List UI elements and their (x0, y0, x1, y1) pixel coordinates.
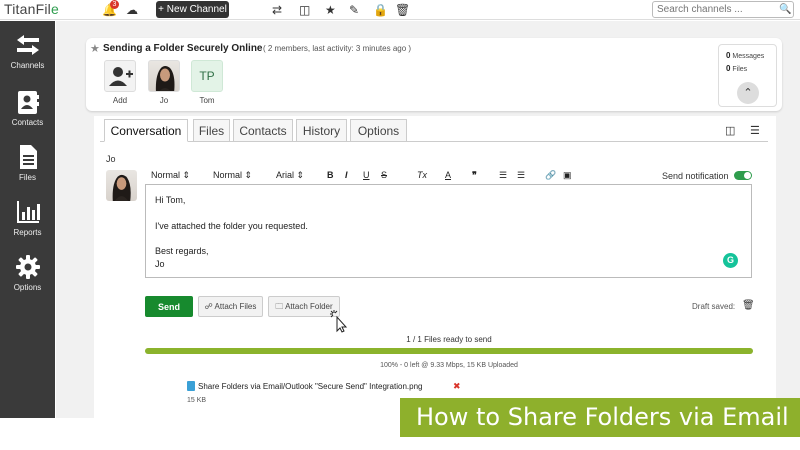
sidebar-item-label: Contacts (11, 118, 44, 127)
message-line: Best regards, (155, 246, 209, 256)
message-editor[interactable] (145, 184, 752, 278)
tab-files[interactable]: Files (193, 119, 230, 142)
sidebar-item-label: Files (19, 173, 36, 182)
tab-history[interactable]: History (296, 119, 347, 142)
title-banner: How to Share Folders via Email (400, 398, 800, 437)
upload-progress-bar (145, 348, 753, 354)
sidebar-item-contacts[interactable]: Contacts (0, 82, 55, 137)
avatar-tom[interactable]: TP (191, 60, 223, 92)
transfer-icon[interactable]: ⇄ (272, 3, 282, 17)
font-select[interactable]: Arial ⇕ (276, 170, 304, 181)
text-color-button[interactable]: A (445, 170, 451, 180)
select-arrows-icon: ⇕ (182, 170, 191, 180)
lock-icon[interactable]: 🔒 (373, 3, 388, 17)
send-button[interactable]: Send (145, 296, 193, 317)
sidebar-item-label: Options (13, 283, 42, 292)
notification-badge: 3 (110, 0, 119, 9)
gear-icon (15, 255, 40, 279)
sidebar-item-label: Reports (13, 228, 42, 237)
draft-status: Draft saved: (692, 302, 736, 311)
member-label: Jo (159, 96, 169, 105)
image-file-icon (187, 381, 195, 391)
files-ready-text: 1 / 1 Files ready to send (406, 335, 492, 344)
attached-file-name: Share Folders via Email/Outlook "Secure … (198, 382, 423, 391)
attached-file-size: 15 KB (187, 397, 207, 404)
bullet-list-icon[interactable]: ☰ (517, 170, 525, 181)
member-label: Tom (199, 96, 215, 105)
cloud-upload-icon[interactable]: ☁ (126, 3, 138, 17)
favorite-star-icon[interactable]: ★ (90, 42, 100, 55)
inbox-icon[interactable]: ◫ (725, 124, 735, 137)
person-photo-icon (155, 66, 175, 91)
strike-button[interactable]: S (381, 170, 387, 180)
add-user-icon (109, 67, 133, 86)
mouse-pointer-icon (330, 310, 348, 333)
upload-info: 100% - 0 left @ 9.33 Mbps, 15 KB Uploade… (380, 362, 518, 369)
clear-format-button[interactable]: Tx (417, 170, 427, 180)
sender-avatar (106, 170, 137, 201)
format-select[interactable]: Normal ⇕ (151, 170, 190, 181)
folder-icon: 🗀 (275, 302, 284, 311)
grammarly-icon[interactable]: G (723, 253, 738, 268)
image-icon[interactable]: ▣ (563, 170, 572, 181)
sidebar-item-options[interactable]: Options (0, 247, 55, 302)
quote-button[interactable]: ❞ (472, 170, 477, 181)
upload-progress-fill (145, 348, 753, 354)
inbox-icon[interactable]: ◫ (299, 3, 310, 17)
attach-files-button[interactable]: ☍ Attach Files (198, 296, 263, 317)
search-icon[interactable]: 🔍 (779, 4, 791, 15)
avatar-jo[interactable] (148, 60, 180, 92)
message-line: Jo (155, 259, 165, 269)
tab-contacts[interactable]: Contacts (233, 119, 293, 142)
edit-icon[interactable]: ✎ (349, 3, 359, 17)
sidebar-item-files[interactable]: Files (0, 137, 55, 192)
contacts-icon (17, 91, 39, 114)
add-member-button[interactable] (104, 60, 136, 92)
remove-file-icon[interactable]: ✖ (453, 381, 461, 392)
message-line: Hi Tom, (155, 195, 186, 205)
file-icon (19, 145, 37, 169)
paperclip-icon: ☍ (204, 302, 213, 311)
chart-icon (16, 201, 40, 223)
collapse-button[interactable]: ⌃ (737, 82, 759, 104)
message-line: I've attached the folder you requested. (155, 221, 308, 231)
send-notification-toggle[interactable] (734, 171, 752, 180)
person-photo-icon (112, 174, 131, 201)
italic-button[interactable]: I (345, 170, 348, 180)
star-icon[interactable]: ★ (325, 3, 336, 17)
messages-stat: 0 Messages (726, 51, 765, 60)
sidebar-item-label: Channels (10, 61, 45, 70)
channel-meta: ( 2 members, last activity: 3 minutes ag… (263, 44, 412, 53)
sidebar: Channels Contacts Files Reports Options (0, 21, 55, 418)
trash-icon[interactable]: 🗑 (395, 3, 410, 17)
new-channel-button[interactable]: + New Channel (156, 1, 229, 18)
sidebar-item-reports[interactable]: Reports (0, 192, 55, 247)
sidebar-item-channels[interactable]: Channels (0, 25, 55, 80)
top-bar: TitanFile 🔔 3 ☁ + New Channel ⇄ ◫ ★ ✎ 🔒 … (0, 0, 800, 20)
chevron-up-icon: ⌃ (743, 87, 753, 99)
app-logo[interactable]: TitanFile (4, 1, 59, 17)
channel-title: Sending a Folder Securely Online (103, 43, 263, 54)
tab-conversation[interactable]: Conversation (104, 119, 188, 142)
size-select[interactable]: Normal ⇕ (213, 170, 252, 181)
underline-button[interactable]: U (363, 170, 370, 180)
member-label: Add (112, 96, 128, 105)
menu-icon[interactable]: ☰ (750, 124, 760, 137)
files-stat: 0 Files (726, 64, 748, 73)
discard-draft-icon[interactable]: 🗑 (742, 300, 755, 311)
search-input[interactable] (652, 1, 794, 18)
tab-options[interactable]: Options (350, 119, 407, 142)
bold-button[interactable]: B (327, 170, 334, 180)
select-arrows-icon: ⇕ (296, 170, 305, 180)
send-notification-label: Send notification (662, 171, 729, 181)
select-arrows-icon: ⇕ (244, 170, 253, 180)
sender-name: Jo (106, 154, 116, 164)
link-icon[interactable]: 🔗 (545, 170, 556, 181)
ordered-list-icon[interactable]: ☰ (499, 170, 507, 181)
arrows-icon (16, 35, 39, 55)
